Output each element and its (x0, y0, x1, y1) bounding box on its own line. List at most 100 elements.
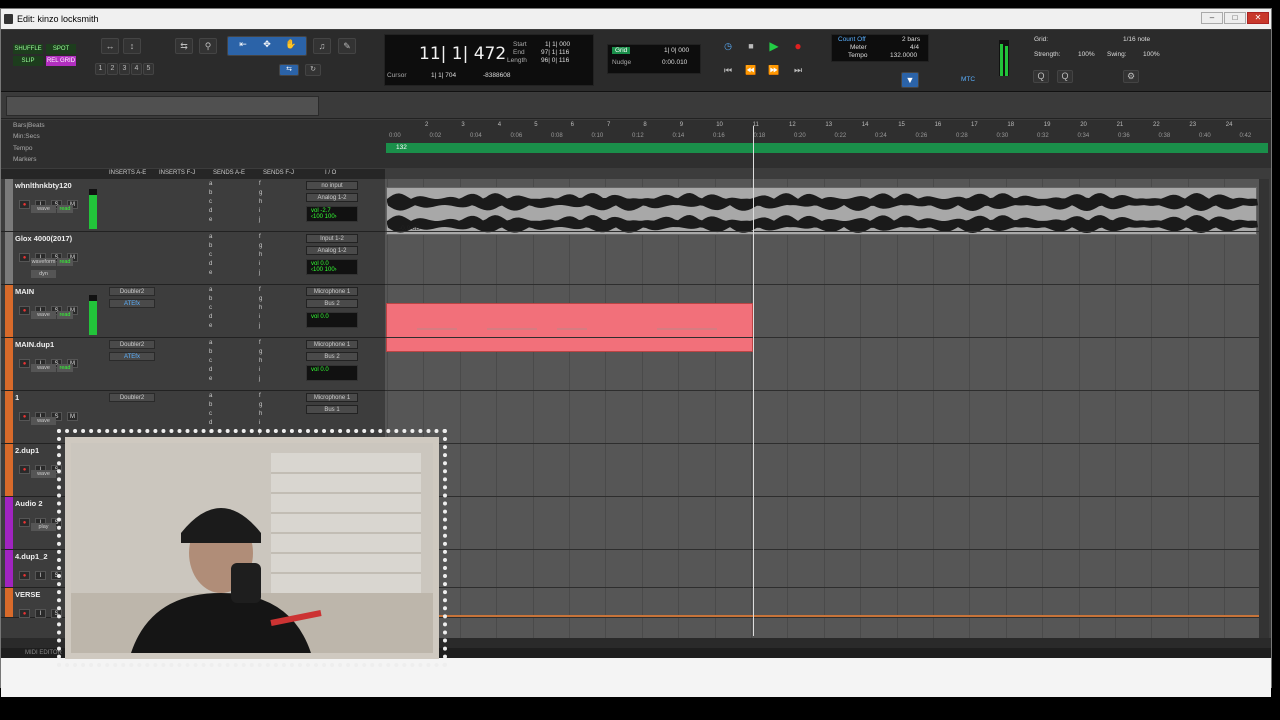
track-view-selector[interactable]: waveform (31, 258, 56, 266)
zoom-out-horizontal-icon[interactable]: ↔ (101, 38, 119, 54)
send-slot[interactable]: h (259, 305, 262, 311)
zoom-preset-2[interactable]: 2 (107, 63, 118, 75)
solo-button[interactable]: S (51, 571, 62, 580)
input-monitor-button[interactable]: I (35, 571, 46, 580)
zoom-preset-1[interactable]: 1 (95, 63, 106, 75)
send-slot[interactable]: a (209, 181, 212, 187)
send-slot[interactable]: j (259, 376, 260, 382)
track-row[interactable]: MAIN ●ISMwaveread Doubler2 ATEfx abcde fghij M… (1, 285, 385, 338)
output-selector[interactable]: Bus 2 (306, 352, 358, 361)
go-to-end-icon[interactable]: ⏭ (789, 63, 807, 77)
track-view-selector[interactable]: wave (31, 364, 56, 372)
volume-display[interactable]: vol -2.7 ‹100 100› (306, 206, 358, 222)
send-slot[interactable]: c (209, 252, 212, 258)
send-slot[interactable]: g (259, 296, 262, 302)
rel-grid-mode-button[interactable]: REL GRID (46, 56, 76, 66)
ruler-markers-label[interactable]: Markers (13, 156, 36, 163)
solo-button[interactable]: S (51, 609, 62, 618)
insert-slot-2[interactable]: ATEfx (109, 352, 155, 361)
send-slot[interactable]: d (209, 367, 212, 373)
record-enable-button[interactable]: ● (19, 412, 30, 421)
send-slot[interactable]: g (259, 243, 262, 249)
grid-value[interactable]: 1| 0| 000 (664, 47, 689, 54)
tab-to-transient-icon[interactable]: ↻ (305, 64, 321, 76)
send-slot[interactable]: i (259, 420, 260, 426)
send-slot[interactable]: h (259, 411, 262, 417)
selection-end[interactable]: 97| 1| 116 (541, 49, 569, 56)
zoom-toggle-icon[interactable]: ⇆ (175, 38, 193, 54)
pan-value[interactable]: ‹100 100› (311, 214, 337, 220)
send-slot[interactable]: d (209, 261, 212, 267)
return-to-zero-icon[interactable]: ⏮ (719, 63, 737, 77)
send-slot[interactable]: b (209, 243, 212, 249)
track-row[interactable]: whnlthnkbty120 ●ISMwaveread abcde fghij no i… (1, 179, 385, 232)
send-slot[interactable]: f (259, 234, 261, 240)
track-name[interactable]: whnlthnkbty120 (15, 181, 72, 190)
send-slot[interactable]: b (209, 349, 212, 355)
online-icon[interactable]: ◷ (719, 39, 737, 53)
ruler-tempo-label[interactable]: Tempo (13, 145, 33, 152)
track-view-selector[interactable]: wave (31, 417, 56, 425)
meter-value[interactable]: 4/4 (910, 44, 919, 51)
send-slot[interactable]: c (209, 411, 212, 417)
nudge-value[interactable]: 0:00.010 (662, 59, 687, 66)
rewind-icon[interactable]: ⏪ (742, 63, 760, 77)
audio-clip-whnlthnkbty120[interactable]: -0.9 dB (386, 187, 1258, 235)
track-name[interactable]: VERSE (15, 590, 40, 599)
zoom-preset-4[interactable]: 4 (131, 63, 142, 75)
record-icon[interactable]: ● (789, 39, 807, 53)
track-view-selector[interactable]: wave (31, 470, 56, 478)
send-slot[interactable]: e (209, 376, 212, 382)
dyn-selector[interactable]: dyn (31, 270, 56, 278)
input-selector[interactable]: no input (306, 181, 358, 190)
send-slot[interactable]: e (209, 217, 212, 223)
insert-slot-1[interactable]: Doubler2 (109, 340, 155, 349)
send-slot[interactable]: h (259, 252, 262, 258)
send-slot[interactable]: a (209, 393, 212, 399)
track-name[interactable]: MAIN (15, 287, 34, 296)
send-slot[interactable]: a (209, 234, 212, 240)
input-selector[interactable]: Microphone 1 (306, 393, 358, 402)
trim-tool-icon[interactable]: ⇤ (231, 37, 255, 51)
quantize-icon[interactable]: Q (1033, 70, 1049, 83)
tempo-value[interactable]: 132.0000 (890, 52, 917, 59)
ruler-bars-beats-label[interactable]: Bars|Beats (13, 122, 45, 129)
record-enable-button[interactable]: ● (19, 465, 30, 474)
volume-display[interactable]: vol 0.0 ‹100 100› (306, 259, 358, 275)
tempo-ruler-bar[interactable]: 132 (386, 143, 1268, 153)
link-icon[interactable]: ⇆ (279, 64, 299, 76)
grid-label[interactable]: Grid (612, 47, 631, 54)
track-view-selector[interactable]: wave (31, 311, 56, 319)
mute-button[interactable]: M (67, 412, 78, 421)
stop-icon[interactable]: ■ (742, 39, 760, 53)
send-slot[interactable]: d (209, 208, 212, 214)
send-slot[interactable]: e (209, 429, 212, 435)
vertical-scrollbar[interactable] (1259, 179, 1269, 639)
record-enable-button[interactable]: ● (19, 253, 30, 262)
zoom-preset-3[interactable]: 3 (119, 63, 130, 75)
send-slot[interactable]: i (259, 208, 260, 214)
track-name[interactable]: 2.dup1 (15, 446, 39, 455)
send-slot[interactable]: f (259, 393, 261, 399)
record-enable-button[interactable]: ● (19, 359, 30, 368)
send-slot[interactable]: c (209, 305, 212, 311)
pencil-tool-icon[interactable]: ✎ (338, 38, 356, 54)
swing-value[interactable]: 100% (1143, 51, 1160, 58)
count-off-bars[interactable]: 2 bars (902, 36, 920, 43)
slip-mode-button[interactable]: SLIP (13, 56, 43, 66)
track-name[interactable]: MAIN.dup1 (15, 340, 54, 349)
grid-settings-value[interactable]: 1/16 note (1123, 36, 1150, 43)
main-counter[interactable]: 11| 1| 472 (419, 44, 506, 64)
send-slot[interactable]: d (209, 420, 212, 426)
send-slot[interactable]: j (259, 323, 260, 329)
send-slot[interactable]: c (209, 199, 212, 205)
send-slot[interactable]: i (259, 261, 260, 267)
input-selector[interactable]: Microphone 1 (306, 287, 358, 296)
spot-mode-button[interactable]: SPOT (46, 44, 76, 54)
zoomer-tool-icon[interactable]: ⚲ (199, 38, 217, 54)
input-selector[interactable]: Microphone 1 (306, 340, 358, 349)
output-selector[interactable]: Analog 1-2 (306, 246, 358, 255)
send-slot[interactable]: j (259, 429, 260, 435)
automation-mode[interactable]: read (57, 258, 73, 266)
input-selector[interactable]: Input 1-2 (306, 234, 358, 243)
